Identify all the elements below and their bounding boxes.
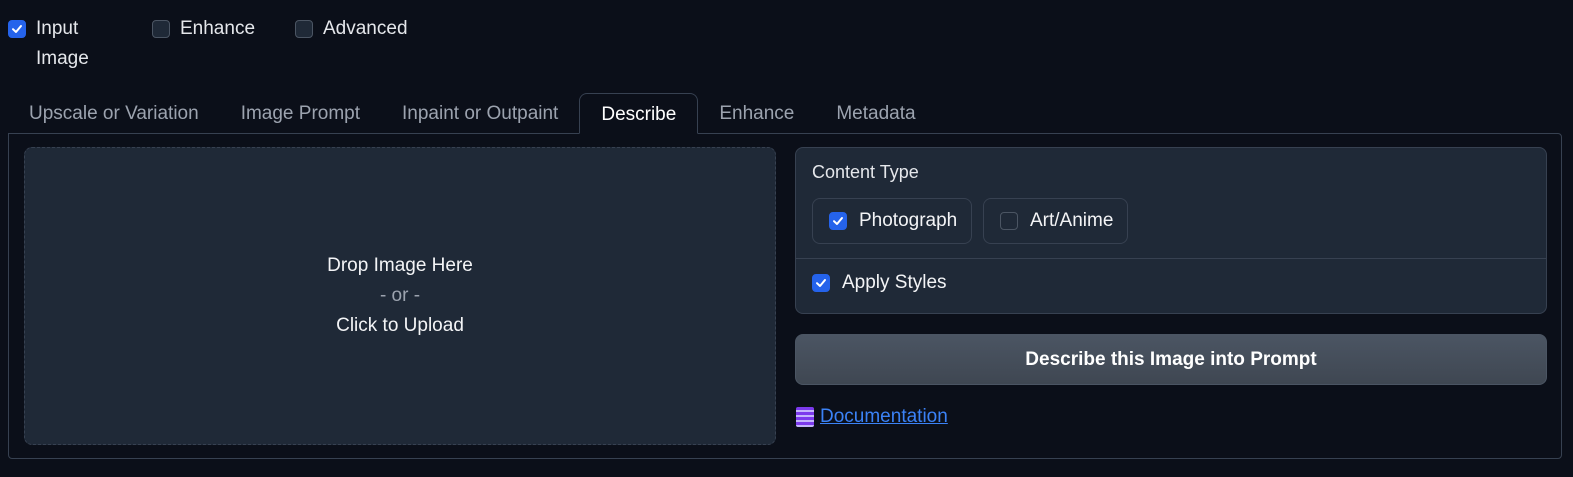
dropzone-title: Drop Image Here bbox=[327, 255, 473, 276]
describe-options: Content Type Photograph Art/Anime Apply … bbox=[795, 147, 1547, 314]
documentation-label: Documentation bbox=[820, 406, 948, 427]
book-icon bbox=[796, 407, 814, 427]
apply-styles-toggle[interactable]: Apply Styles bbox=[812, 272, 947, 294]
checkbox-checked-icon[interactable] bbox=[8, 20, 26, 38]
input-image-toggle[interactable]: Input Image bbox=[8, 14, 108, 74]
content-type-photograph[interactable]: Photograph bbox=[812, 198, 972, 244]
checkbox-unchecked-icon[interactable] bbox=[1000, 212, 1018, 230]
describe-image-button[interactable]: Describe this Image into Prompt bbox=[795, 334, 1547, 385]
content-type-art-anime[interactable]: Art/Anime bbox=[983, 198, 1128, 244]
tab-metadata[interactable]: Metadata bbox=[815, 93, 936, 134]
advanced-toggle[interactable]: Advanced bbox=[295, 14, 408, 44]
tab-inpaint-or-outpaint[interactable]: Inpaint or Outpaint bbox=[381, 93, 579, 134]
checkbox-unchecked-icon[interactable] bbox=[152, 20, 170, 38]
documentation-link[interactable]: Documentation bbox=[796, 406, 948, 428]
input-image-label: Input Image bbox=[36, 18, 89, 69]
checkbox-checked-icon[interactable] bbox=[829, 212, 847, 230]
dropzone-or: - or - bbox=[379, 285, 421, 306]
checkbox-checked-icon[interactable] bbox=[812, 274, 830, 292]
art-anime-label: Art/Anime bbox=[1030, 210, 1114, 231]
divider bbox=[796, 258, 1546, 259]
tab-enhance[interactable]: Enhance bbox=[698, 93, 815, 134]
tab-image-prompt[interactable]: Image Prompt bbox=[220, 93, 381, 134]
apply-styles-label: Apply Styles bbox=[842, 272, 947, 293]
dropzone-upload-text: Click to Upload bbox=[336, 315, 464, 336]
checkbox-unchecked-icon[interactable] bbox=[295, 20, 313, 38]
photograph-label: Photograph bbox=[859, 210, 958, 231]
content-type-label: Content Type bbox=[812, 162, 919, 182]
enhance-toggle[interactable]: Enhance bbox=[152, 14, 255, 44]
advanced-label: Advanced bbox=[323, 18, 408, 39]
enhance-label: Enhance bbox=[180, 18, 256, 39]
tab-bar: Upscale or Variation Image Prompt Inpain… bbox=[8, 93, 937, 134]
tab-describe[interactable]: Describe bbox=[579, 93, 699, 134]
tab-upscale-or-variation[interactable]: Upscale or Variation bbox=[8, 93, 220, 134]
image-upload-dropzone[interactable]: Drop Image Here - or - Click to Upload bbox=[24, 147, 776, 445]
